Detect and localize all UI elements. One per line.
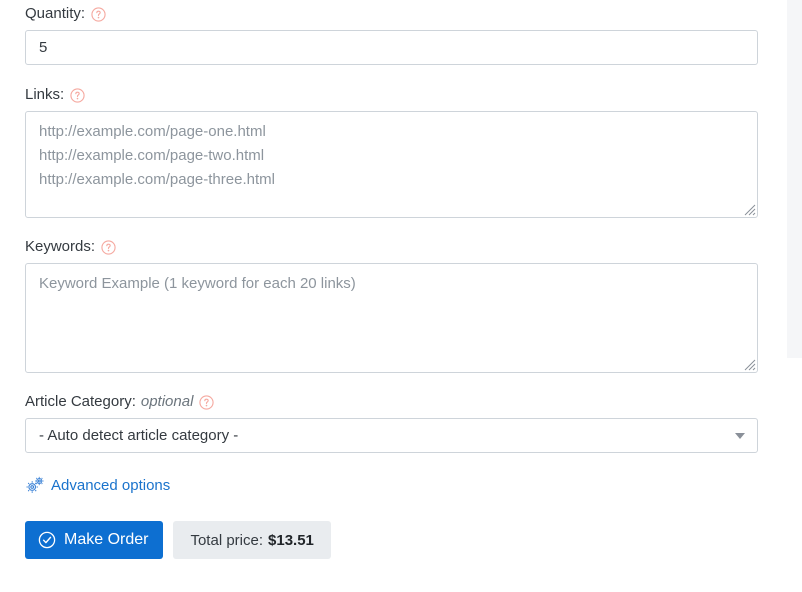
keywords-textarea-wrap bbox=[25, 263, 758, 373]
help-circle-icon[interactable] bbox=[91, 7, 106, 22]
total-price-label: Total price: bbox=[190, 531, 264, 549]
article-category-label: Article Category: bbox=[25, 393, 136, 410]
links-label-row: Links: bbox=[25, 86, 758, 103]
quantity-input[interactable] bbox=[25, 30, 758, 65]
check-circle-icon bbox=[38, 531, 56, 549]
gears-icon bbox=[25, 476, 45, 494]
article-category-optional-text: optional bbox=[140, 393, 194, 410]
page-gutter-band bbox=[787, 0, 802, 358]
links-textarea-wrap bbox=[25, 111, 758, 218]
quantity-label-row: Quantity: bbox=[25, 5, 758, 22]
advanced-options-label: Advanced options bbox=[51, 476, 171, 494]
article-category-label-row: Article Category: optional bbox=[25, 393, 758, 410]
order-footer: Make Order Total price: $13.51 bbox=[25, 521, 758, 559]
keywords-label: Keywords: bbox=[25, 238, 96, 255]
keywords-textarea[interactable] bbox=[25, 263, 758, 373]
advanced-options-link[interactable]: Advanced options bbox=[25, 476, 170, 494]
help-circle-icon[interactable] bbox=[199, 395, 215, 410]
help-circle-icon[interactable] bbox=[70, 88, 85, 103]
quantity-label: Quantity: bbox=[25, 5, 86, 22]
links-textarea[interactable] bbox=[25, 111, 758, 218]
article-category-select[interactable]: - Auto detect article category - bbox=[25, 418, 758, 453]
links-label: Links: bbox=[25, 86, 65, 103]
help-circle-icon[interactable] bbox=[101, 240, 116, 255]
total-price-box: Total price: $13.51 bbox=[173, 521, 331, 559]
total-price-value: $13.51 bbox=[268, 531, 314, 549]
make-order-button[interactable]: Make Order bbox=[25, 521, 164, 559]
order-form: Quantity: Links: bbox=[25, 0, 758, 559]
make-order-label: Make Order bbox=[64, 531, 149, 548]
article-category-select-wrap: - Auto detect article category - bbox=[25, 418, 758, 453]
order-form-page: Quantity: Links: bbox=[0, 0, 802, 592]
keywords-label-row: Keywords: bbox=[25, 238, 758, 255]
